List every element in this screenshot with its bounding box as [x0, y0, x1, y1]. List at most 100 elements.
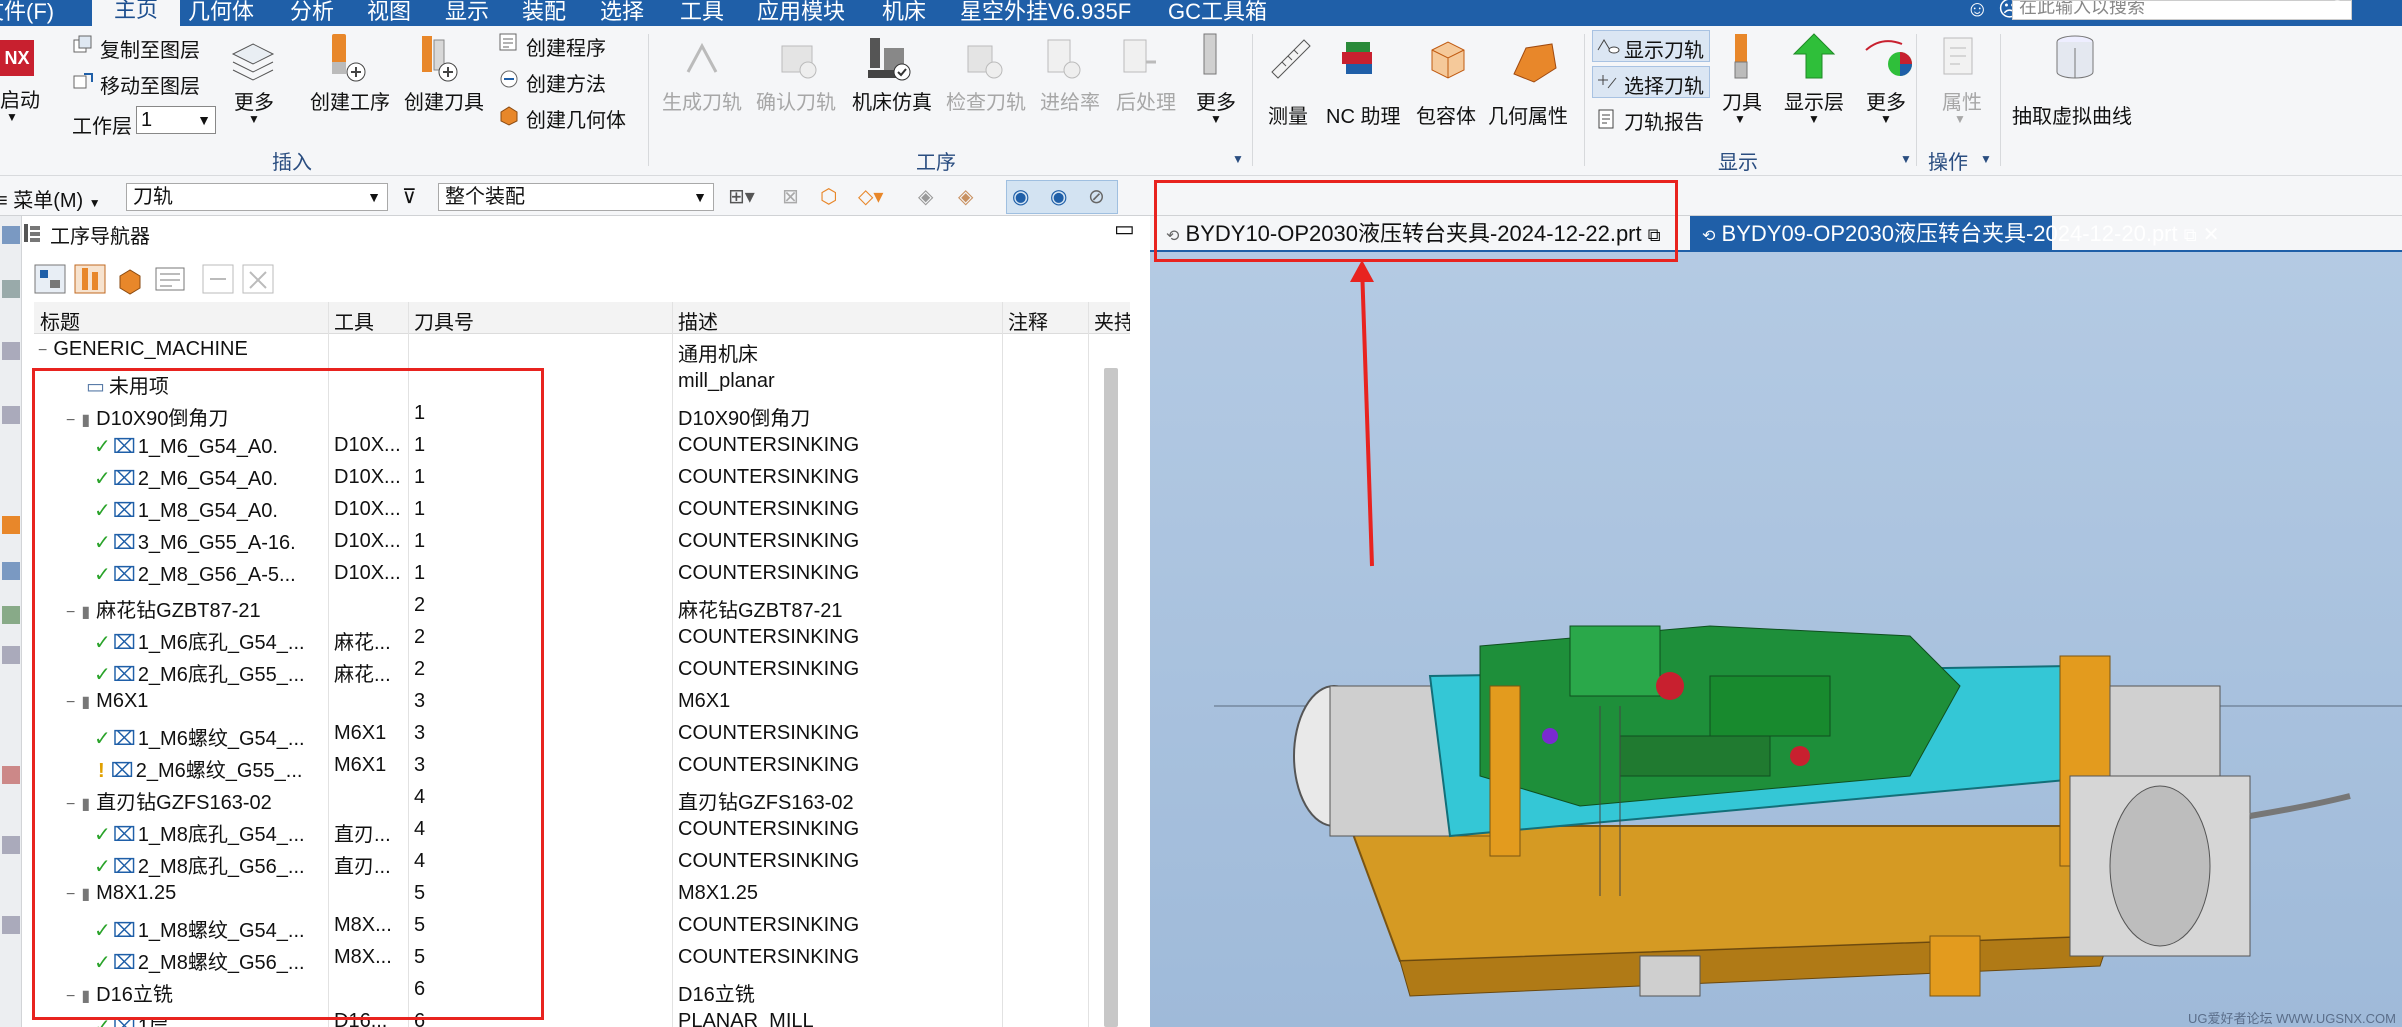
- display-more-button[interactable]: 更多: [1866, 86, 1906, 115]
- search-input[interactable]: 在此输入以搜索: [2012, 0, 2352, 20]
- display-group-caret-icon[interactable]: ▼: [1900, 152, 1912, 166]
- maximize-icon[interactable]: ▭: [1114, 216, 1135, 242]
- create-geometry-button[interactable]: 创建几何体: [526, 104, 626, 133]
- resource-tab-icon[interactable]: [2, 916, 20, 934]
- menu-select[interactable]: 选择: [600, 0, 644, 26]
- generate-toolpath-button[interactable]: 生成刀轨: [662, 86, 742, 115]
- tree-row[interactable]: − GENERIC_MACHINE 通用机床: [34, 334, 1114, 366]
- check-toolpath-button[interactable]: 检查刀轨: [946, 86, 1026, 115]
- menu-view[interactable]: 视图: [367, 0, 411, 26]
- show-layer-button[interactable]: 显示层: [1784, 86, 1844, 115]
- menu-plugin[interactable]: 星空外挂V6.935F: [960, 0, 1131, 26]
- create-program-button[interactable]: 创建程序: [526, 32, 606, 61]
- menu-file[interactable]: 文件(F): [0, 0, 54, 26]
- resource-tab-icon[interactable]: [2, 226, 20, 244]
- operation-more-caret-icon[interactable]: ▼: [1210, 112, 1222, 126]
- menu-analysis[interactable]: 分析: [290, 0, 334, 26]
- properties-caret-icon[interactable]: ▼: [1954, 112, 1966, 126]
- menu-machine[interactable]: 机床: [882, 0, 926, 26]
- resource-tab-icon[interactable]: [2, 836, 20, 854]
- geometry-props-button[interactable]: 几何属性: [1488, 100, 1568, 129]
- program-view-icon[interactable]: [32, 262, 68, 296]
- start-button[interactable]: 启动: [0, 84, 40, 113]
- tool-display-button[interactable]: 刀具: [1722, 86, 1762, 115]
- menu-assembly[interactable]: 装配: [522, 0, 566, 26]
- navigator-scrollbar[interactable]: [1104, 368, 1118, 1027]
- display-more-caret-icon[interactable]: ▼: [1880, 112, 1892, 126]
- menu-tools[interactable]: 工具: [680, 0, 724, 26]
- resource-tab-icon[interactable]: [2, 562, 20, 580]
- type-filter-select[interactable]: 刀轨 ▼: [126, 183, 388, 211]
- machine-tool-view-icon[interactable]: [72, 262, 108, 296]
- create-tool-button[interactable]: 创建刀具: [404, 86, 484, 115]
- start-caret-icon[interactable]: ▼: [6, 110, 18, 124]
- column-header-comment[interactable]: 注释: [1008, 306, 1048, 335]
- operate-group-caret-icon[interactable]: ▼: [1980, 152, 1992, 166]
- description-cell: D16立铣: [678, 984, 755, 1006]
- operation-navigator-tab-icon[interactable]: [2, 516, 20, 534]
- close-icon[interactable]: ✕: [2203, 224, 2220, 246]
- menu-applications[interactable]: 应用模块: [757, 0, 845, 26]
- operation-more-button[interactable]: 更多: [1196, 86, 1236, 115]
- column-header-holder[interactable]: 夹持: [1094, 306, 1130, 335]
- select-tool-icon[interactable]: ⊞▾: [728, 184, 755, 209]
- mcs-eye-icon[interactable]: ◉: [1012, 184, 1029, 209]
- create-operation-button[interactable]: 创建工序: [310, 86, 390, 115]
- resource-tab-icon[interactable]: [2, 606, 20, 624]
- operation-group-caret-icon[interactable]: ▼: [1232, 152, 1244, 166]
- popout-icon[interactable]: ⧉: [2184, 225, 2197, 245]
- feed-rate-button[interactable]: 进给率: [1040, 86, 1100, 115]
- toolpath-report-button[interactable]: 刀轨报告: [1624, 106, 1704, 135]
- select-body-icon[interactable]: ⬡: [820, 184, 837, 209]
- filter-icon[interactable]: ⊽: [402, 184, 417, 209]
- tool-display-caret-icon[interactable]: ▼: [1734, 112, 1746, 126]
- column-header-tool[interactable]: 工具: [334, 306, 374, 335]
- copy-to-layer-button[interactable]: 复制至图层: [100, 34, 200, 63]
- resource-tab-icon[interactable]: [2, 646, 20, 664]
- post-process-button[interactable]: 后处理: [1116, 86, 1176, 115]
- move-to-layer-button[interactable]: 移动至图层: [100, 70, 200, 99]
- machine-simulation-button[interactable]: 机床仿真: [852, 86, 932, 115]
- insert-more-button[interactable]: 更多: [234, 86, 274, 115]
- scope-select[interactable]: 整个装配 ▼: [438, 183, 714, 211]
- menu-home[interactable]: 主页: [92, 0, 181, 28]
- hide-toolpath-icon[interactable]: ⊘: [1088, 184, 1105, 209]
- menu-gc-toolbox[interactable]: GC工具箱: [1168, 0, 1267, 26]
- collapse-toggle-icon[interactable]: −: [38, 342, 47, 359]
- viewport-canvas[interactable]: [1150, 216, 2402, 1027]
- properties-button[interactable]: 属性: [1942, 86, 1982, 115]
- menu-geometry[interactable]: 几何体: [188, 0, 254, 26]
- create-method-button[interactable]: 创建方法: [526, 68, 606, 97]
- description-cell: M8X1.25: [678, 882, 759, 904]
- menu-display[interactable]: 显示: [445, 0, 489, 26]
- nc-assistant-button[interactable]: NC 助理: [1326, 100, 1400, 129]
- select-all-icon[interactable]: ⊠: [782, 184, 799, 209]
- collapse-all-icon[interactable]: [200, 262, 236, 296]
- path-eye-icon[interactable]: ◉: [1050, 184, 1067, 209]
- select-face-icon[interactable]: ◇▾: [858, 184, 883, 209]
- bounding-body-button[interactable]: 包容体: [1416, 100, 1476, 129]
- menu-button[interactable]: ≡ 菜单(M) ▼: [0, 184, 101, 213]
- insert-more-caret-icon[interactable]: ▼: [248, 112, 260, 126]
- column-header-title[interactable]: 标题: [40, 306, 80, 335]
- work-layer-select[interactable]: 1 ▼: [136, 106, 216, 134]
- column-header-tool-number[interactable]: 刀具号: [414, 306, 474, 335]
- measure-button[interactable]: 测量: [1268, 100, 1308, 129]
- method-view-icon[interactable]: [152, 262, 188, 296]
- column-header-description[interactable]: 描述: [678, 306, 718, 335]
- resource-tab-icon[interactable]: [2, 406, 20, 424]
- geometry-view-icon[interactable]: [112, 262, 148, 296]
- confirm-toolpath-button[interactable]: 确认刀轨: [756, 86, 836, 115]
- resource-tab-icon[interactable]: [2, 766, 20, 784]
- select-solid-icon[interactable]: ◈: [918, 184, 933, 209]
- resource-tab-icon[interactable]: [2, 342, 20, 360]
- file-tab-active[interactable]: ⟲ BYDY09-OP2030液压转台夹具-2024-12-20.prt ⧉ ✕: [1690, 216, 2220, 252]
- resource-tab-icon[interactable]: [2, 280, 20, 298]
- show-layer-caret-icon[interactable]: ▼: [1808, 112, 1820, 126]
- search-icon[interactable]: ⚲: [2330, 0, 2345, 21]
- extract-virtual-curve-button[interactable]: 抽取虚拟曲线: [2012, 100, 2132, 129]
- expand-all-icon[interactable]: [240, 262, 276, 296]
- smile-icon[interactable]: ☺: [1966, 0, 1988, 22]
- graphics-window[interactable]: [1150, 216, 2402, 1027]
- select-component-icon[interactable]: ◈: [958, 184, 973, 209]
